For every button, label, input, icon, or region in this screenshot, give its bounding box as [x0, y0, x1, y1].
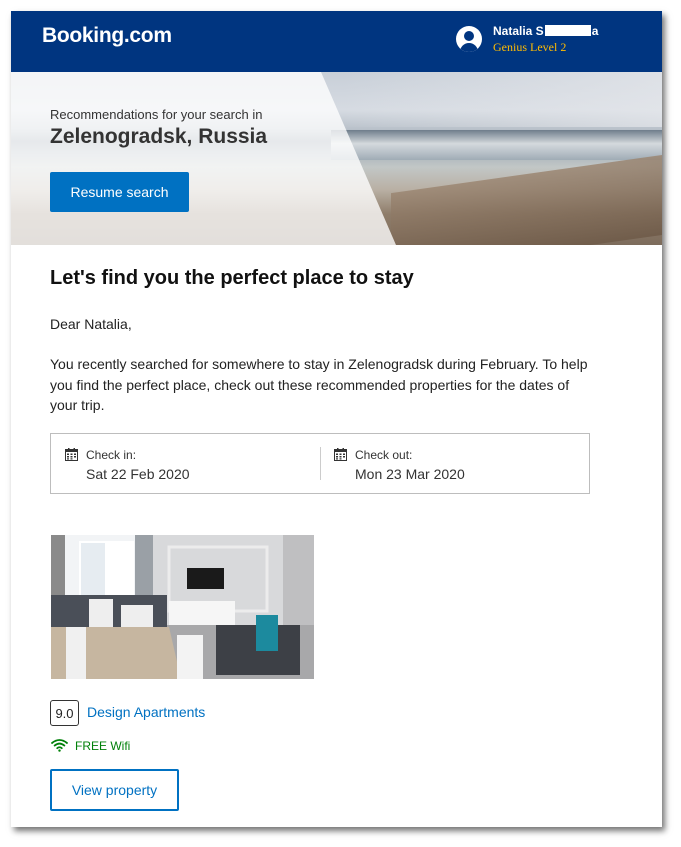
- hero-subtitle: Recommendations for your search in: [50, 107, 263, 122]
- avatar-body: [460, 43, 478, 52]
- redaction-block: [544, 25, 591, 36]
- user-name[interactable]: Natalia S a: [493, 24, 598, 38]
- check-out-value: Mon 23 Mar 2020: [355, 466, 465, 482]
- check-in-label: Check in:: [86, 448, 137, 462]
- header-bar: Booking.com Natalia S a Genius Level 2: [11, 11, 662, 72]
- genius-level: Genius Level 2: [493, 40, 567, 54]
- property-name-link[interactable]: Design Apartments: [87, 704, 205, 720]
- hero-city: Zelenogradsk, Russia: [50, 125, 268, 148]
- page-headline: Let's find you the perfect place to stay: [50, 267, 414, 289]
- check-out-section: Check out: Mon 23 Mar 2020: [320, 434, 589, 493]
- check-out-label: Check out:: [355, 448, 413, 462]
- hero-banner: Recommendations for your search in Zelen…: [11, 72, 662, 245]
- check-in-value: Sat 22 Feb 2020: [86, 466, 190, 482]
- user-name-end: a: [591, 24, 599, 38]
- calendar-icon: [65, 448, 78, 461]
- avatar-head: [464, 31, 474, 41]
- greeting-text: Dear Natalia,: [50, 316, 132, 332]
- booking-logo[interactable]: Booking.com: [42, 24, 172, 48]
- calendar-icon: [334, 448, 347, 461]
- free-wifi-label: FREE Wifi: [75, 739, 131, 753]
- hero-white-overlay: [11, 72, 396, 245]
- resume-search-button[interactable]: Resume search: [50, 172, 189, 212]
- user-avatar-icon[interactable]: [456, 26, 482, 52]
- trip-dates-box: Check in: Sat 22 Feb 2020 Check out: Mon…: [50, 433, 590, 494]
- intro-paragraph: You recently searched for somewhere to s…: [50, 356, 588, 413]
- check-in-section: Check in: Sat 22 Feb 2020: [51, 434, 320, 493]
- user-name-start: Natalia S: [493, 24, 544, 38]
- review-score-badge: 9.0: [50, 700, 79, 726]
- property-photo[interactable]: [51, 535, 314, 679]
- email-container: Booking.com Natalia S a Genius Level 2 Re…: [11, 11, 662, 827]
- view-property-button[interactable]: View property: [50, 769, 179, 811]
- wifi-icon: [51, 739, 68, 752]
